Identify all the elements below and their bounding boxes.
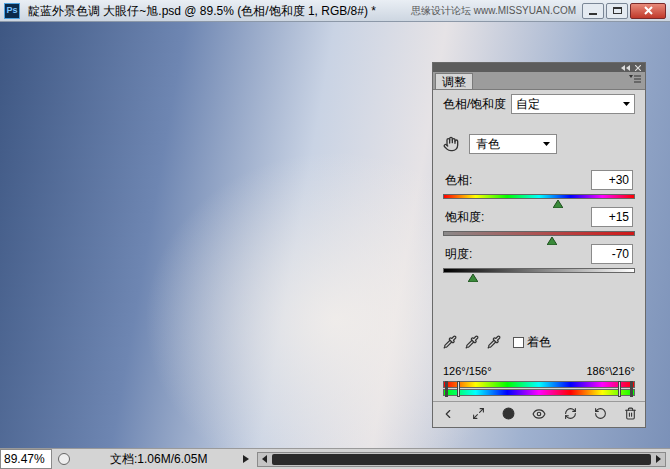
watermark: 思缘设计论坛 www.MISSYUAN.COM [411,3,576,18]
canvas: 调整色相/饱和度自定青色色相: +30 饱和度: +15 明度: -70 着色 126°/15… [0,22,670,448]
clip-layer-icon[interactable] [502,407,515,420]
back-icon[interactable] [441,407,455,421]
status-bar: 89.47% 文档:1.06M/6.05M [0,448,670,469]
panel-tab-bar: 调整 [433,72,645,90]
slider-value-field[interactable]: -70 [591,244,633,264]
slider-track[interactable] [443,231,635,236]
slider-label: 明度: [445,245,472,263]
eyedropper-minus-icon[interactable] [487,335,501,349]
preset-dropdown[interactable]: 自定 [511,94,635,114]
visibility-icon[interactable] [532,407,546,421]
slider-thumb-icon[interactable] [547,237,557,245]
panel-close-icon[interactable] [635,65,641,71]
app-icon: Ps [4,3,20,19]
view-previous-icon[interactable] [564,407,577,420]
panel-tab[interactable]: 调整 [435,73,473,89]
zoom-field[interactable]: 89.47% [0,449,52,469]
channel-row: 青色 [443,134,635,154]
targeted-adjust-icon[interactable] [443,136,459,152]
photoshop-window: Ps 靛蓝外景色调 大眼仔~旭.psd @ 89.5% (色相/饱和度 1, RG… [0,0,670,469]
slider-row: 明度: -70 [443,244,635,273]
slider-track[interactable] [443,194,635,199]
close-button[interactable] [630,3,666,19]
slider-value-field[interactable]: +15 [591,207,633,227]
slider-row: 饱和度: +15 [443,207,635,236]
slider-label: 色相: [445,171,472,189]
panel-menu-icon[interactable] [629,75,641,85]
scroll-left-icon[interactable] [259,455,271,463]
slider-label: 饱和度: [445,208,484,226]
slider-thumb-icon[interactable] [553,200,563,208]
channel-dropdown[interactable]: 青色 [469,134,557,154]
colorize-checkbox[interactable]: 着色 [513,333,551,351]
eyedropper-row: 着色 [443,333,635,351]
dropdown-arrow-icon [623,102,630,106]
hue-range-bars[interactable] [443,381,635,396]
delete-icon[interactable] [624,407,637,420]
slider-track[interactable] [443,268,635,273]
panel-toolbar [433,401,645,425]
title-bar: Ps 靛蓝外景色调 大眼仔~旭.psd @ 89.5% (色相/饱和度 1, RG… [0,0,670,22]
document-size: 文档:1.06M/6.05M [110,450,207,468]
eyedropper-icon[interactable] [443,335,457,349]
eyedropper-plus-icon[interactable] [465,335,479,349]
slider-row: 色相: +30 [443,170,635,199]
range-marker[interactable] [618,381,621,397]
range-readout: 126°/156°186°\216° [443,363,635,380]
scroll-right-icon[interactable] [652,455,664,463]
panel-header [433,63,645,72]
maximize-button[interactable] [606,3,628,19]
dropdown-arrow-icon [543,142,550,146]
adjustments-panel: 调整色相/饱和度自定青色色相: +30 饱和度: +15 明度: -70 着色 126°/15… [432,62,646,428]
horizontal-scrollbar[interactable] [257,452,666,467]
collapse-icon[interactable] [621,65,631,71]
preset-row: 色相/饱和度自定 [443,94,635,114]
range-marker[interactable] [445,381,448,397]
range-marker[interactable] [457,381,460,397]
reset-icon[interactable] [594,407,607,420]
window-title: 靛蓝外景色调 大眼仔~旭.psd @ 89.5% (色相/饱和度 1, RGB/… [28,2,376,20]
minimize-button[interactable] [582,3,604,19]
scroll-thumb[interactable] [272,454,651,465]
expand-view-icon[interactable] [472,407,485,420]
status-menu-arrow-icon[interactable] [243,455,249,463]
range-marker[interactable] [630,381,633,397]
preset-label: 色相/饱和度 [443,95,506,113]
slider-value-field[interactable]: +30 [591,170,633,190]
slider-thumb-icon[interactable] [468,274,478,282]
close-icon [644,6,653,15]
status-icon[interactable] [58,453,70,465]
